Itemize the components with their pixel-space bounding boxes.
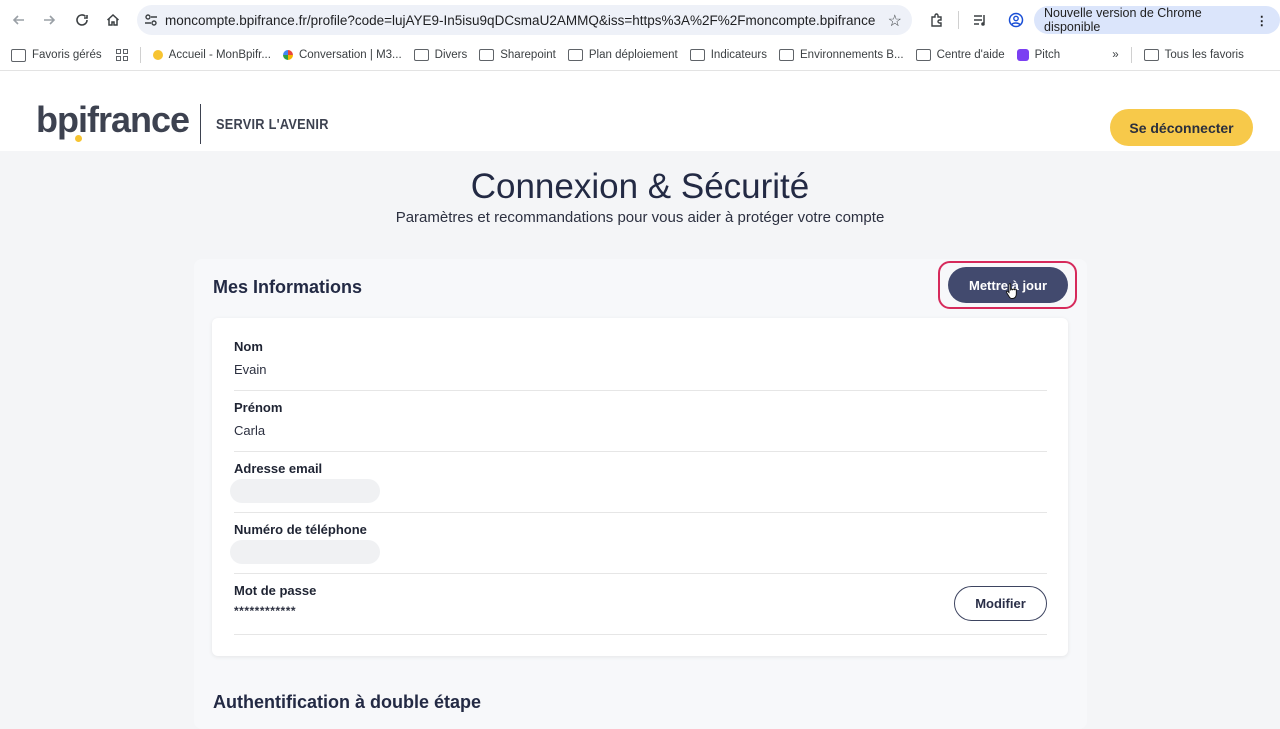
field-label: Nom (234, 339, 263, 354)
bookmark-label: Divers (434, 49, 468, 61)
folder-icon (413, 49, 429, 61)
field-label: Mot de passe (234, 583, 317, 598)
browser-toolbar: moncompte.bpifrance.fr/profile?code=lujA… (0, 0, 1280, 40)
folder-icon (915, 49, 931, 61)
chrome-update-chip[interactable]: Nouvelle version de Chrome disponible ⋮ (1034, 6, 1280, 34)
bookmark-label: Tous les favoris (1164, 49, 1244, 61)
masked-value (230, 479, 380, 503)
folder-icon (689, 49, 705, 61)
copilot-favicon-icon (282, 50, 293, 60)
address-bar[interactable]: moncompte.bpifrance.fr/profile?code=lujA… (137, 5, 912, 35)
logo-dot (75, 135, 82, 142)
site-header: bpifrance SERVIR L'AVENIR Se déconnecter (0, 71, 1280, 151)
bpi-favicon-icon (152, 50, 163, 60)
more-bookmarks-icon[interactable]: » (1112, 49, 1118, 61)
hand-cursor-icon (1006, 283, 1017, 299)
page-content: bpifrance SERVIR L'AVENIR Se déconnecter… (0, 71, 1280, 729)
modify-password-button[interactable]: Modifier (954, 586, 1047, 621)
field-value: Evain (234, 362, 267, 377)
back-icon[interactable] (4, 5, 34, 35)
media-control-icon[interactable] (965, 5, 995, 35)
home-icon[interactable] (98, 5, 128, 35)
apps-grid-icon[interactable] (115, 49, 128, 61)
bookmark-label: Accueil - MonBpifr... (168, 49, 271, 61)
info-card: Nom Evain Prénom Carla Adresse email Num… (212, 318, 1068, 656)
masked-value (230, 540, 380, 564)
bookmark-star-icon[interactable]: ☆ (888, 11, 902, 31)
bpifrance-logo[interactable]: bpifrance (36, 99, 190, 141)
site-settings-icon[interactable] (137, 13, 165, 27)
url-text[interactable]: moncompte.bpifrance.fr/profile?code=lujA… (165, 13, 875, 28)
field-value: Carla (234, 423, 266, 438)
section-title-info: Mes Informations (213, 277, 363, 297)
logout-button[interactable]: Se déconnecter (1110, 109, 1253, 146)
bookmark-conversation[interactable]: Conversation | M3... (282, 49, 402, 61)
forward-icon[interactable] (34, 5, 64, 35)
field-label: Numéro de téléphone (234, 522, 367, 537)
bookmark-managed[interactable]: Favoris gérés (11, 48, 102, 62)
logo-divider (200, 104, 201, 144)
bookmarks-bar: Favoris gérés Accueil - MonBpifr... Conv… (0, 40, 1280, 71)
chrome-update-label: Nouvelle version de Chrome disponible (1044, 6, 1202, 34)
bookmark-sharepoint[interactable]: Sharepoint (479, 49, 556, 61)
bookmark-label: Sharepoint (500, 49, 556, 61)
field-label: Adresse email (234, 461, 323, 476)
toolbar-divider (958, 11, 959, 29)
bookmark-label: Conversation | M3... (298, 49, 402, 61)
field-value: ************ (234, 604, 297, 618)
bookmark-pitch[interactable]: Pitch (1016, 49, 1061, 61)
bookmark-label: Indicateurs (710, 49, 767, 61)
bookmarks-divider (1130, 47, 1132, 63)
bookmark-environnements[interactable]: Environnements B... (779, 49, 904, 61)
bookmark-label: Environnements B... (800, 49, 904, 61)
bookmark-divers[interactable]: Divers (413, 49, 468, 61)
page-title: Connexion & Sécurité (470, 167, 810, 206)
profile-icon[interactable] (1001, 5, 1031, 35)
bookmark-label: Pitch (1034, 49, 1061, 61)
field-prenom: Prénom Carla (234, 390, 1047, 452)
field-nom: Nom Evain (234, 318, 1047, 391)
bookmark-plan[interactable]: Plan déploiement (567, 49, 678, 61)
more-menu-icon[interactable]: ⋮ (1256, 13, 1269, 28)
bookmark-label: Favoris gérés (32, 49, 102, 61)
bookmark-indicateurs[interactable]: Indicateurs (689, 49, 767, 61)
bookmark-label: Plan déploiement (588, 49, 678, 61)
page-subtitle: Paramètres et recommandations pour vous … (395, 209, 885, 226)
extensions-icon[interactable] (922, 5, 952, 35)
bookmark-accueil[interactable]: Accueil - MonBpifr... (152, 49, 271, 61)
field-email: Adresse email (230, 451, 1047, 513)
bookmarks-divider (139, 47, 141, 63)
folder-icon (479, 49, 495, 61)
field-password: Mot de passe ************ (234, 573, 1047, 635)
reload-icon[interactable] (67, 5, 97, 35)
bookmark-label: Centre d'aide (936, 49, 1005, 61)
folder-icon (779, 49, 794, 61)
pitch-favicon-icon (1016, 49, 1029, 61)
folder-icon (567, 49, 583, 61)
tagline: SERVIR L'AVENIR (216, 116, 329, 133)
bookmark-all[interactable]: Tous les favoris (1143, 49, 1244, 61)
field-telephone: Numéro de téléphone (230, 512, 1047, 574)
bookmark-centre-aide[interactable]: Centre d'aide (915, 49, 1005, 61)
section-title-2fa: Authentification à double étape (213, 692, 482, 712)
managed-folder-icon (11, 48, 26, 62)
field-label: Prénom (234, 400, 283, 415)
folder-icon (1143, 49, 1159, 61)
